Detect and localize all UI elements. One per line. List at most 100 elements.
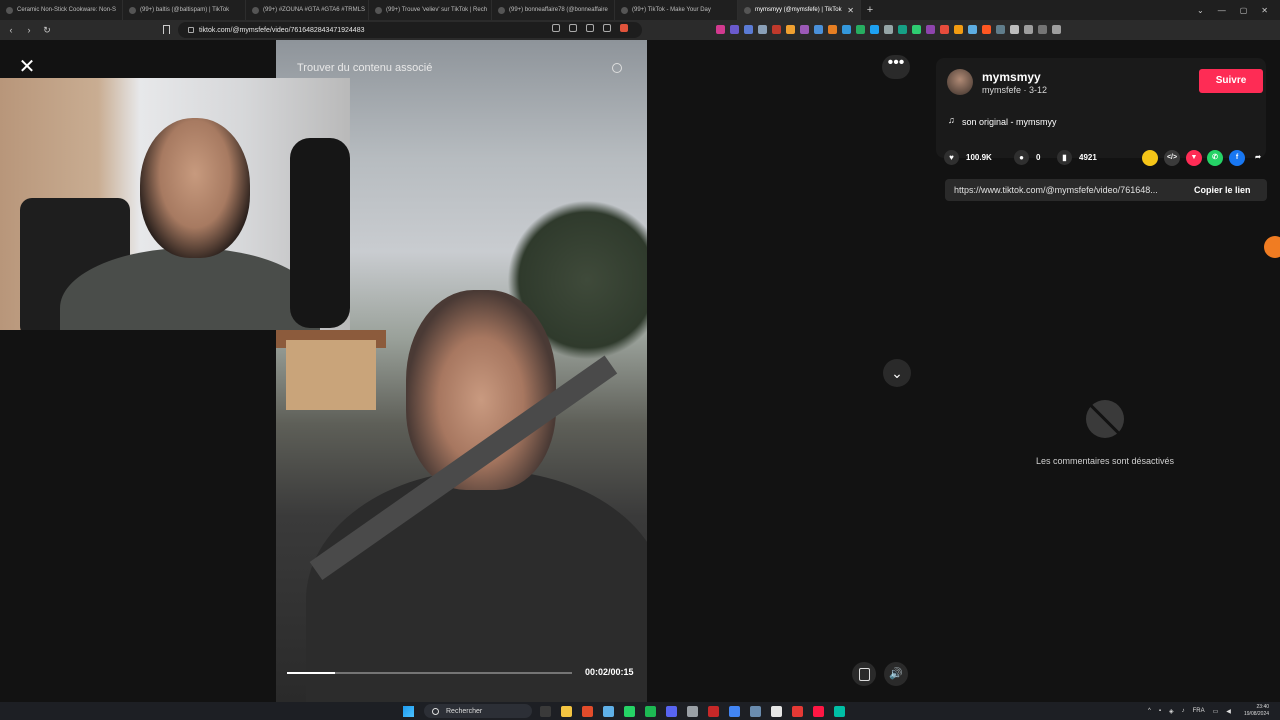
extension-icon[interactable]: [828, 25, 837, 34]
microphone-icon[interactable]: ♪: [1182, 708, 1185, 714]
app-icon[interactable]: [834, 706, 845, 717]
zoom-icon[interactable]: [586, 24, 594, 32]
tab-search-icon[interactable]: ⌄: [1197, 6, 1204, 15]
new-tab-button[interactable]: +: [861, 4, 879, 16]
discord-icon[interactable]: [666, 706, 677, 717]
extension-icon[interactable]: [800, 25, 809, 34]
app-icon[interactable]: [750, 706, 761, 717]
extension-icon[interactable]: [744, 25, 753, 34]
music-label[interactable]: son original - mymsmyy: [962, 117, 1057, 127]
volume-icon[interactable]: 🔊: [884, 662, 908, 686]
forward-icon[interactable]: ›: [22, 25, 36, 35]
extension-icon[interactable]: [758, 25, 767, 34]
embed-icon[interactable]: </>: [1164, 150, 1180, 166]
extension-icon[interactable]: [870, 25, 879, 34]
comment-button[interactable]: ● 0: [1014, 150, 1040, 165]
whatsapp-icon[interactable]: ✆: [1207, 150, 1223, 166]
extension-icon[interactable]: [716, 25, 725, 34]
tray-overflow-icon[interactable]: ^: [1148, 708, 1151, 714]
close-window-icon[interactable]: ✕: [1261, 6, 1268, 15]
extension-icon[interactable]: [996, 25, 1005, 34]
app-icon[interactable]: [708, 706, 719, 717]
extension-icon[interactable]: [898, 25, 907, 34]
save-button[interactable]: ▮ 4921: [1057, 150, 1097, 165]
language-indicator[interactable]: FRA: [1193, 708, 1205, 714]
extension-icon[interactable]: [842, 25, 851, 34]
tray-app-icon[interactable]: ▪: [1159, 708, 1161, 714]
avatar[interactable]: [947, 69, 973, 95]
brave-icon[interactable]: [582, 706, 593, 717]
reload-icon[interactable]: ↻: [40, 25, 54, 36]
extension-icon[interactable]: [982, 25, 991, 34]
system-tray: ^ ▪ ◈ ♪ FRA ▭ ◀: [1148, 702, 1231, 720]
search-icon: [432, 707, 439, 715]
search-icon[interactable]: [612, 63, 622, 73]
menu-icon[interactable]: [1052, 25, 1061, 34]
related-search-field[interactable]: Trouver du contenu associé: [297, 62, 432, 74]
site-info-icon[interactable]: [188, 27, 194, 33]
send-to-friends-icon[interactable]: ▼: [1186, 150, 1202, 166]
back-icon[interactable]: ‹: [4, 25, 18, 35]
close-icon[interactable]: ✕: [15, 55, 39, 79]
taskbar-search[interactable]: Rechercher: [424, 704, 532, 718]
task-view-icon[interactable]: [540, 706, 551, 717]
taskbar-clock[interactable]: 23:40 19/08/2024: [1244, 704, 1269, 718]
chevron-down-icon[interactable]: ⌄: [883, 359, 911, 387]
extension-icon[interactable]: [954, 25, 963, 34]
follow-button[interactable]: Suivre: [1199, 69, 1263, 93]
extension-icon[interactable]: [940, 25, 949, 34]
windows-start-icon[interactable]: [403, 706, 414, 717]
open-in-app-icon[interactable]: [569, 24, 577, 32]
browser-tab[interactable]: (99+) bonneaffaire78 (@bonneaffaire: [492, 0, 615, 20]
browser-tab[interactable]: Ceramic Non-Stick Cookware: Non-S: [0, 0, 123, 20]
profile-icon[interactable]: [1038, 25, 1047, 34]
translate-icon[interactable]: [552, 24, 560, 32]
app-icon[interactable]: [771, 706, 782, 717]
video-link-url: https://www.tiktok.com/@mymsfefe/video/7…: [954, 185, 1158, 195]
facebook-icon[interactable]: f: [1229, 150, 1245, 166]
browser-tab-active[interactable]: mymsmyy (@mymsfefe) | TikTok ✕: [738, 0, 861, 20]
app-icon[interactable]: [813, 706, 824, 717]
app-icon[interactable]: [687, 706, 698, 717]
minimize-icon[interactable]: —: [1218, 6, 1226, 15]
extension-icon[interactable]: [786, 25, 795, 34]
copy-link-button[interactable]: Copier le lien: [1194, 185, 1251, 195]
share-arrow-icon[interactable]: ➦: [1250, 150, 1266, 166]
extension-icon[interactable]: [730, 25, 739, 34]
maximize-icon[interactable]: ▢: [1240, 6, 1248, 15]
browser-tab[interactable]: (99+) Trouve 'veliev' sur TikTok | Rech: [369, 0, 492, 20]
speaker-icon[interactable]: ◀: [1226, 708, 1231, 715]
share-page-icon[interactable]: [603, 24, 611, 32]
picture-in-picture-icon[interactable]: [852, 662, 876, 686]
extension-icon[interactable]: [884, 25, 893, 34]
whatsapp-icon[interactable]: [624, 706, 635, 717]
like-button[interactable]: ♥ 100.9K: [944, 150, 992, 165]
more-options-icon[interactable]: •••: [882, 55, 910, 79]
app-icon[interactable]: [792, 706, 803, 717]
extension-icon[interactable]: [912, 25, 921, 34]
chrome-icon[interactable]: [729, 706, 740, 717]
browser-tab[interactable]: (99+) baltis (@baltispam) | TikTok: [123, 0, 246, 20]
extension-icon[interactable]: [968, 25, 977, 34]
extension-icon[interactable]: [926, 25, 935, 34]
extensions-menu-icon[interactable]: [1010, 25, 1019, 34]
display-icon[interactable]: ▭: [1213, 708, 1219, 715]
browser-tab[interactable]: (99+) TikTok - Make Your Day: [615, 0, 738, 20]
app-icon[interactable]: [603, 706, 614, 717]
bookmark-icon[interactable]: [163, 25, 170, 34]
extension-icon[interactable]: [856, 25, 865, 34]
copy-link-box: https://www.tiktok.com/@mymsfefe/video/7…: [945, 179, 1267, 201]
browser-tab[interactable]: (99+) #ZOUNA #GTA #GTA6 #TRMLS: [246, 0, 369, 20]
spotify-icon[interactable]: [645, 706, 656, 717]
close-tab-icon[interactable]: ✕: [847, 6, 854, 15]
network-icon[interactable]: ◈: [1169, 708, 1174, 715]
file-explorer-icon[interactable]: [561, 706, 572, 717]
extension-icon[interactable]: [814, 25, 823, 34]
share-friends-icon[interactable]: [1142, 150, 1158, 166]
floating-extension-icon[interactable]: [1264, 236, 1280, 258]
brave-shield-icon[interactable]: [620, 24, 628, 32]
sidebar-icon[interactable]: [1024, 25, 1033, 34]
author-name[interactable]: mymsmyy: [982, 70, 1041, 84]
extension-icon[interactable]: [772, 25, 781, 34]
video-progress-bar[interactable]: [287, 672, 572, 674]
